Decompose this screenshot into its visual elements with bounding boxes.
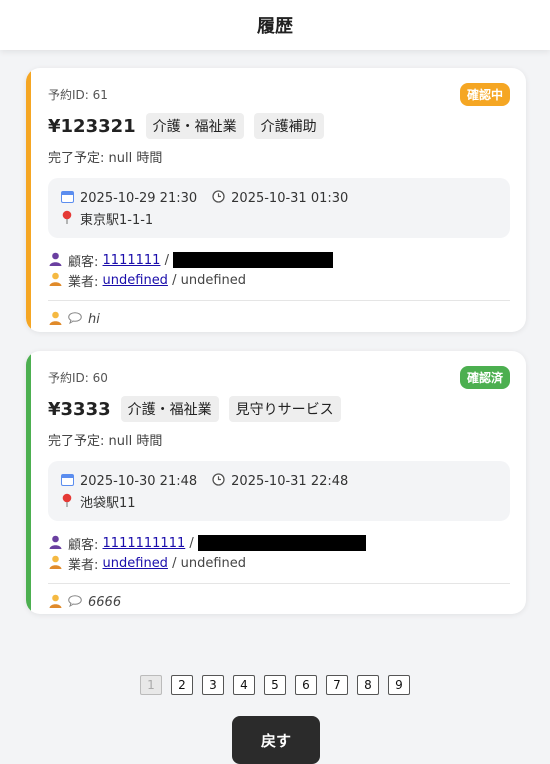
speech-bubble-icon bbox=[68, 594, 82, 610]
location: 東京駅1-1-1 bbox=[80, 212, 154, 228]
customer-label: 顧客: bbox=[68, 254, 99, 270]
start-time: 2025-10-29 21:30 bbox=[80, 190, 198, 206]
status-badge: 確認中 bbox=[459, 83, 510, 106]
page-button-1: 1 bbox=[140, 675, 162, 695]
page-header: 履歴 bbox=[0, 0, 550, 50]
completion-time: 完了予定: null 時間 bbox=[48, 434, 163, 449]
completion-time: 完了予定: null 時間 bbox=[48, 151, 163, 166]
customer-link[interactable]: 1111111111 bbox=[103, 536, 186, 551]
customer-label: 顧客: bbox=[68, 537, 99, 553]
back-button[interactable]: 戻す bbox=[232, 716, 320, 764]
redacted-text bbox=[197, 535, 366, 551]
note-text: hi bbox=[88, 311, 100, 327]
reservation-card[interactable]: 予約ID: 60 確認済 ¥3333 介護・福祉業 見守りサービス 完了予定: … bbox=[26, 351, 526, 614]
status-badge: 確認済 bbox=[459, 366, 510, 389]
provider-extra: / undefined bbox=[172, 555, 246, 571]
worker-icon bbox=[48, 555, 62, 572]
divider bbox=[48, 300, 510, 301]
reservation-id: 予約ID: 60 bbox=[48, 371, 108, 385]
page-title: 履歴 bbox=[257, 16, 293, 37]
speech-bubble-icon bbox=[68, 311, 82, 327]
worker-icon bbox=[48, 272, 62, 289]
schedule-box: 2025-10-30 21:48 2025-10-31 22:48 池袋駅11 bbox=[48, 461, 510, 521]
pin-icon bbox=[60, 210, 74, 227]
page-button-7[interactable]: 7 bbox=[326, 675, 348, 695]
worker-icon bbox=[48, 311, 62, 328]
redacted-text bbox=[172, 252, 333, 268]
end-time: 2025-10-31 01:30 bbox=[231, 190, 349, 206]
reservation-id: 予約ID: 61 bbox=[48, 88, 108, 102]
customer-link[interactable]: 1111111 bbox=[103, 253, 161, 268]
provider-link[interactable]: undefined bbox=[103, 556, 168, 571]
calendar-icon bbox=[60, 190, 74, 206]
calendar-icon bbox=[60, 473, 74, 489]
person-icon bbox=[48, 535, 62, 552]
pin-icon bbox=[60, 493, 74, 510]
worker-icon bbox=[48, 594, 62, 611]
page-button-4[interactable]: 4 bbox=[233, 675, 255, 695]
price: ¥3333 bbox=[48, 398, 111, 420]
provider-link[interactable]: undefined bbox=[103, 273, 168, 288]
service-tag: 見守りサービス bbox=[228, 396, 341, 422]
provider-label: 業者: bbox=[68, 557, 99, 573]
category-tag: 介護・福祉業 bbox=[120, 396, 219, 422]
schedule-box: 2025-10-29 21:30 2025-10-31 01:30 東京駅1-1… bbox=[48, 178, 510, 238]
provider-extra: / undefined bbox=[172, 272, 246, 288]
end-time: 2025-10-31 22:48 bbox=[231, 473, 349, 489]
divider bbox=[48, 583, 510, 584]
price: ¥123321 bbox=[48, 115, 136, 137]
category-tag: 介護・福祉業 bbox=[145, 113, 244, 139]
location: 池袋駅11 bbox=[80, 495, 136, 511]
page-button-3[interactable]: 3 bbox=[202, 675, 224, 695]
clock-icon bbox=[211, 190, 225, 206]
start-time: 2025-10-30 21:48 bbox=[80, 473, 198, 489]
page-button-6[interactable]: 6 bbox=[295, 675, 317, 695]
service-tag: 介護補助 bbox=[253, 113, 324, 139]
reservation-card[interactable]: 予約ID: 61 確認中 ¥123321 介護・福祉業 介護補助 完了予定: n… bbox=[26, 68, 526, 332]
pagination: 1 2 3 4 5 6 7 8 9 bbox=[0, 675, 550, 695]
person-icon bbox=[48, 252, 62, 269]
note-text: 6666 bbox=[88, 594, 122, 610]
clock-icon bbox=[211, 473, 225, 489]
page-button-2[interactable]: 2 bbox=[171, 675, 193, 695]
page-button-9[interactable]: 9 bbox=[388, 675, 410, 695]
provider-label: 業者: bbox=[68, 274, 99, 290]
page-button-8[interactable]: 8 bbox=[357, 675, 379, 695]
page-button-5[interactable]: 5 bbox=[264, 675, 286, 695]
